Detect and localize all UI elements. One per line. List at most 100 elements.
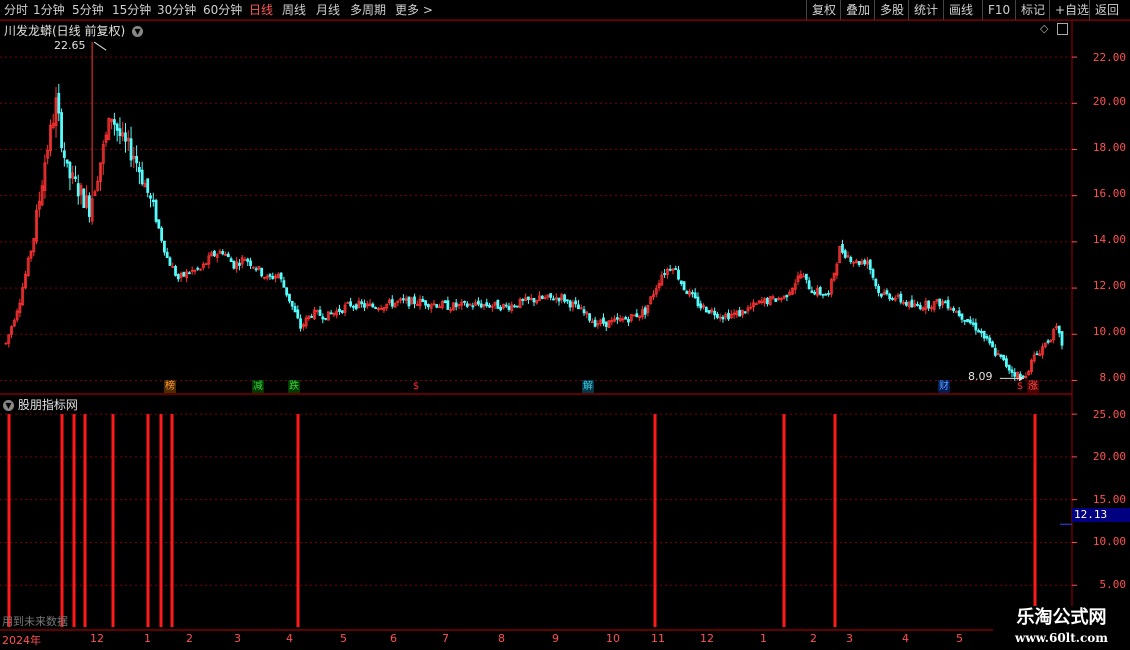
indicator-tick: 5.00 <box>1099 578 1127 591</box>
candle-body <box>349 301 352 307</box>
candle-body <box>249 260 252 266</box>
candle-body <box>980 330 983 334</box>
candle-body <box>160 227 164 241</box>
candle-body <box>435 304 439 308</box>
high-price-label: 22.65 <box>54 39 86 52</box>
time-label: 4 <box>902 632 909 645</box>
candle-body <box>446 300 450 310</box>
time-label: 7 <box>442 632 449 645</box>
event-badge-dividend-2[interactable]: $ <box>1014 380 1026 393</box>
candle-body <box>1046 340 1050 343</box>
price-tick: 8.00 <box>1099 371 1127 384</box>
candle-body <box>157 219 161 229</box>
candle-body <box>62 150 66 158</box>
chevron-down-icon[interactable]: ▼ <box>3 400 14 411</box>
signal-bar <box>146 414 150 627</box>
current-value-tag: 12.13 <box>1072 508 1130 522</box>
candle-body <box>841 243 844 253</box>
candle-body <box>743 311 747 314</box>
candle-body <box>124 132 127 142</box>
candle-body <box>827 292 830 295</box>
future-data-note: 用到未来数据 <box>2 615 68 628</box>
candle-body <box>713 310 717 316</box>
candle-body <box>624 316 628 320</box>
candle-body <box>982 330 986 339</box>
candle-body <box>87 195 91 217</box>
candle-body <box>140 169 144 185</box>
candle-body <box>946 299 950 309</box>
event-badge-rank[interactable]: 榜 <box>164 380 176 393</box>
candle-body <box>604 321 608 327</box>
candle-body <box>68 161 72 179</box>
candle-body <box>176 274 180 280</box>
candle-body <box>540 295 544 299</box>
candle-body <box>174 266 177 276</box>
candle-body <box>868 259 872 270</box>
time-label: 1 <box>144 632 151 645</box>
event-badge-unlock[interactable]: 解 <box>582 380 594 393</box>
candle-body <box>557 297 561 302</box>
badge-text: 减 <box>253 381 263 392</box>
event-badge-dividend[interactable]: $ <box>410 380 422 393</box>
candle-body <box>804 273 808 280</box>
candle-body <box>282 280 286 288</box>
badge-text: $ <box>1016 381 1024 392</box>
candle-body <box>82 188 86 209</box>
candle-body <box>360 301 364 305</box>
candle-body <box>549 293 553 298</box>
price-tick: 12.00 <box>1092 279 1126 292</box>
time-label: 10 <box>606 632 620 645</box>
candle-body <box>849 257 853 263</box>
candle-body <box>565 299 569 302</box>
signal-bar <box>296 414 300 627</box>
candle-body <box>496 299 500 309</box>
candle-body <box>290 300 294 307</box>
candle-body <box>785 294 789 298</box>
candle-body <box>877 286 880 293</box>
candle-body <box>679 280 683 284</box>
event-badge-fall[interactable]: 跌 <box>288 380 300 393</box>
signal-bar <box>1033 414 1037 627</box>
time-label: 9 <box>552 632 559 645</box>
candle-body <box>824 293 828 296</box>
candle-body <box>424 300 428 306</box>
candle-body <box>318 309 322 316</box>
candle-body <box>843 250 847 258</box>
candle-body <box>721 316 725 320</box>
indicator-tick: 10.00 <box>1092 535 1126 548</box>
high-marker-arrow <box>93 41 107 51</box>
candle-body <box>146 178 150 193</box>
candle-body <box>871 269 875 278</box>
candle-body <box>999 354 1003 357</box>
candle-body <box>129 138 133 161</box>
candle-body <box>154 199 158 222</box>
candle-body <box>285 287 289 296</box>
candle-body <box>985 336 989 339</box>
candle-body <box>821 293 825 296</box>
candle-body <box>615 317 619 320</box>
event-badge-finance[interactable]: 财 <box>938 380 950 393</box>
indicator-title[interactable]: 股朋指标网 <box>18 398 78 412</box>
candle-body <box>957 310 961 317</box>
candle-body <box>952 307 956 312</box>
candle-body <box>963 319 967 322</box>
event-badge-rise[interactable]: 涨 <box>1027 380 1039 393</box>
candle-body <box>246 258 250 262</box>
candle-body <box>704 306 708 313</box>
candle-body <box>515 305 519 308</box>
candle-body <box>563 294 566 302</box>
candle-body <box>899 293 903 303</box>
candle-body <box>471 305 475 308</box>
candle-body <box>354 304 358 310</box>
event-badge-reduce[interactable]: 减 <box>252 380 264 393</box>
candle-body <box>971 322 975 325</box>
candle-body <box>891 298 894 300</box>
indicator-header: ▼ 股朋指标网 <box>3 396 78 413</box>
badge-text: 跌 <box>289 381 299 392</box>
indicator-tick: 25.00 <box>1092 408 1126 421</box>
candle-body <box>329 312 333 315</box>
candle-body <box>421 298 425 303</box>
candle-body <box>182 271 186 277</box>
candle-body <box>813 291 817 295</box>
time-label: 5 <box>340 632 347 645</box>
